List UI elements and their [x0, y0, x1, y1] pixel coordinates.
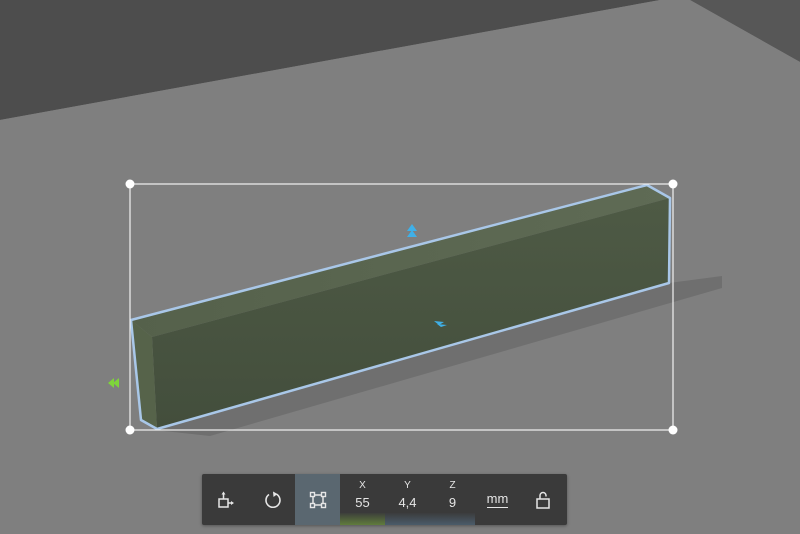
dimension-x-value[interactable]: 55: [355, 495, 369, 511]
dimension-z-field[interactable]: Z 9: [430, 474, 475, 525]
unit-label: mm: [486, 490, 509, 508]
dimension-y-field[interactable]: Y 4,4: [385, 474, 430, 525]
dimension-z-indicator: [430, 513, 475, 525]
dimension-y-value[interactable]: 4,4: [398, 495, 416, 511]
corner-handle-bottom-right[interactable]: [668, 425, 678, 435]
scale-tool-button[interactable]: [295, 474, 340, 525]
corner-handle-bottom-left[interactable]: [125, 425, 135, 435]
transform-toolbar: X 55 Y 4,4 Z 9 mm: [202, 474, 567, 525]
move-tool-button[interactable]: [202, 474, 250, 525]
dimension-x-label: X: [359, 480, 366, 491]
rotate-tool-button[interactable]: [250, 474, 295, 525]
scale-icon: [309, 491, 326, 508]
corner-handle-top-left[interactable]: [125, 179, 135, 189]
dimension-x-indicator: [340, 513, 385, 525]
dimension-y-label: Y: [404, 480, 411, 491]
unit-toggle-button[interactable]: mm: [475, 474, 520, 525]
move-icon: [218, 491, 234, 508]
corner-handle-top-right[interactable]: [668, 179, 678, 189]
unlock-icon: [535, 491, 550, 509]
dimension-y-indicator: [385, 513, 430, 525]
dimension-z-label: Z: [449, 480, 456, 491]
dimension-x-field[interactable]: X 55: [340, 474, 385, 525]
rotate-icon: [264, 491, 281, 508]
dimension-z-value[interactable]: 9: [449, 495, 456, 511]
aspect-lock-button[interactable]: [520, 474, 565, 525]
3d-viewport[interactable]: [0, 0, 800, 534]
